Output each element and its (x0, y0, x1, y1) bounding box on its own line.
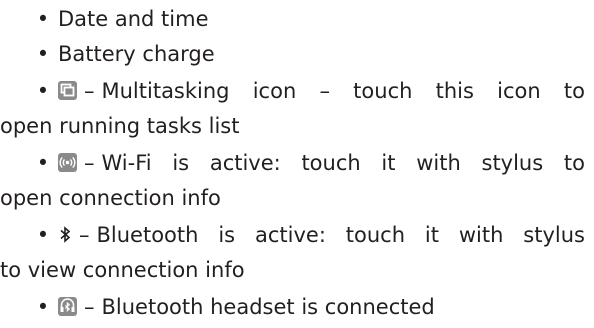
word: this (435, 79, 474, 103)
bullet: • (36, 223, 50, 247)
list-item-text: Battery charge (58, 42, 215, 66)
wifi-icon (58, 153, 77, 172)
word: stylus (481, 151, 544, 175)
word: icon (497, 79, 541, 103)
word: – (319, 79, 330, 103)
bullet: • (36, 295, 50, 319)
word: touch (353, 79, 413, 103)
word: is (172, 151, 190, 175)
list-item-continuation: open running tasks list (0, 114, 240, 138)
manual-page: • Date and time • Battery charge • – Mult… (0, 0, 594, 328)
word: is (218, 223, 236, 247)
word: Multitasking (101, 79, 230, 103)
list-item-line: – Multitasking icon – touch this icon to (58, 74, 585, 109)
list-item-text: Bluetooth headset is connected (101, 295, 435, 319)
list-item-line: – Bluetooth headset is connected (58, 290, 435, 325)
word: to (563, 151, 585, 175)
list-item-text: Date and time (58, 7, 209, 31)
word: with (458, 223, 504, 247)
bullet: • (36, 79, 50, 103)
word: it (381, 151, 396, 175)
list-item-continuation: to view connection info (0, 258, 245, 282)
word: with (416, 151, 461, 175)
dash: – (79, 223, 90, 247)
bullet: • (36, 42, 50, 66)
bluetooth-icon (58, 225, 72, 244)
word: touch (301, 151, 361, 175)
dash: – (84, 295, 95, 319)
word: to (563, 79, 585, 103)
word: Bluetooth (96, 223, 199, 247)
multitasking-icon (58, 81, 77, 100)
dash: – (84, 79, 95, 103)
bluetooth-headset-icon (58, 297, 77, 316)
list-item-line: – Wi-Fi is active: touch it with stylus t… (58, 146, 585, 181)
word: stylus (523, 223, 585, 247)
bullet: • (36, 7, 50, 31)
word: active: (209, 151, 281, 175)
word: icon (252, 79, 297, 103)
list-item-line: – Bluetooth is active: touch it with styl… (58, 218, 585, 253)
word: it (424, 223, 439, 247)
bullet: • (36, 151, 50, 175)
word: Wi-Fi (101, 151, 152, 175)
list-item-continuation: open connection info (0, 186, 221, 210)
word: active: (254, 223, 326, 247)
word: touch (345, 223, 406, 247)
dash: – (84, 151, 95, 175)
